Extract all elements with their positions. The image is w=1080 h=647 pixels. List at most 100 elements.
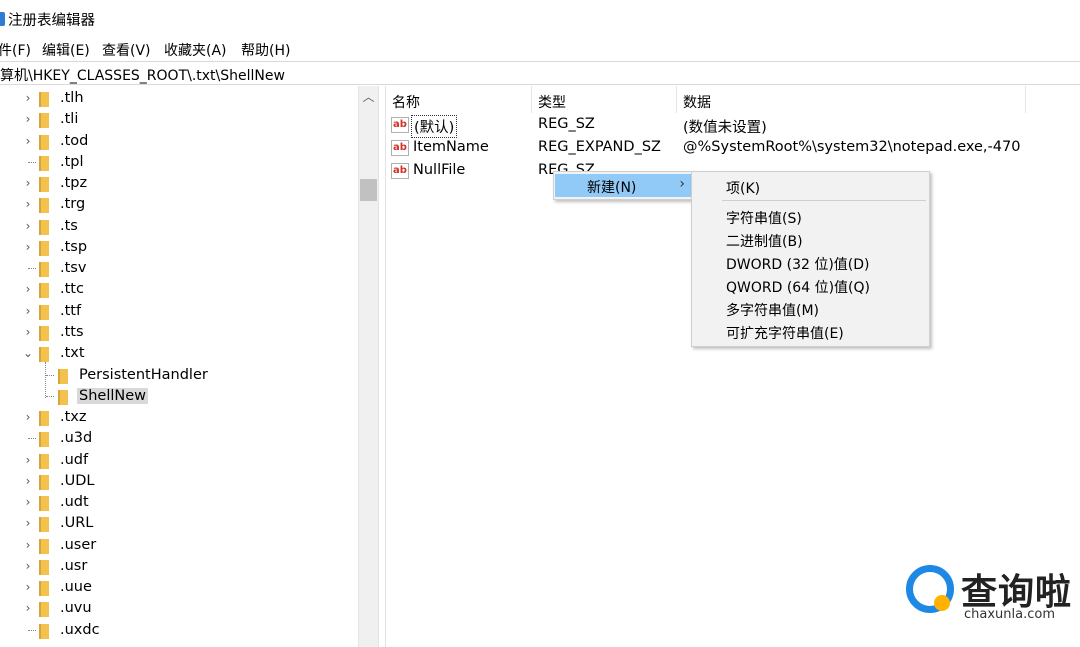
tree-item-label[interactable]: .URL [58, 515, 95, 531]
tree-item-label[interactable]: .user [58, 537, 98, 553]
address-bar[interactable]: 算机\HKEY_CLASSES_ROOT\.txt\ShellNew [0, 61, 1080, 85]
submenu-item-expandstring[interactable]: 可扩充字符串值(E) [692, 320, 929, 343]
tree-item[interactable]: › .tlh [0, 89, 358, 110]
tree-item-label[interactable]: .trg [58, 196, 87, 212]
tree-item[interactable]: PersistentHandler [0, 366, 358, 387]
scroll-thumb[interactable] [360, 179, 377, 201]
chevron-right-icon[interactable]: › [22, 495, 34, 509]
tree-item-label[interactable]: .u3d [58, 430, 94, 446]
menu-file[interactable]: 件(F) [0, 40, 31, 60]
chevron-right-icon[interactable]: › [22, 197, 34, 211]
tree-item-label[interactable]: .udt [58, 494, 91, 510]
pane-splitter[interactable] [378, 86, 386, 647]
tree-item[interactable]: › .tsp [0, 238, 358, 259]
column-header-data[interactable]: 数据 [677, 86, 1026, 113]
tree-item[interactable]: ⌄ .txt [0, 344, 358, 365]
tree-item[interactable]: .tsv [0, 259, 358, 280]
tree-item[interactable]: › .UDL [0, 472, 358, 493]
tree-item-label[interactable]: .ttf [58, 303, 83, 319]
submenu-item-key[interactable]: 项(K) [692, 175, 929, 198]
tree-item[interactable]: › .uvu [0, 599, 358, 620]
chevron-right-icon[interactable]: › [22, 176, 34, 190]
tree-item-label[interactable]: .UDL [58, 473, 96, 489]
chevron-right-icon[interactable]: › [22, 91, 34, 105]
submenu-item-dword[interactable]: DWORD (32 位)值(D) [692, 251, 929, 274]
tree-item[interactable]: ShellNew [0, 387, 358, 408]
tree-item-label[interactable]: ShellNew [77, 387, 148, 404]
chevron-right-icon[interactable]: › [22, 516, 34, 530]
tree-item-label[interactable]: .tpz [58, 175, 89, 191]
menu-edit[interactable]: 编辑(E) [42, 40, 90, 60]
chevron-right-icon[interactable]: › [22, 474, 34, 488]
tree-item[interactable]: › .tod [0, 132, 358, 153]
chevron-right-icon[interactable]: › [22, 304, 34, 318]
chevron-down-icon[interactable]: ⌄ [22, 346, 34, 360]
tree-item-label[interactable]: .tli [58, 111, 80, 127]
menu-help[interactable]: 帮助(H) [241, 40, 290, 60]
chevron-right-icon[interactable]: › [22, 219, 34, 233]
tree-item-label[interactable]: .tpl [58, 154, 86, 170]
tree-item[interactable]: › .txz [0, 408, 358, 429]
submenu-item-multistring[interactable]: 多字符串值(M) [692, 297, 929, 320]
submenu-item-string[interactable]: 字符串值(S) [692, 205, 929, 228]
chevron-right-icon[interactable]: › [22, 134, 34, 148]
chevron-right-icon[interactable]: › [22, 410, 34, 424]
tree-item[interactable]: › .URL [0, 514, 358, 535]
tree-item[interactable]: › .tli [0, 110, 358, 131]
chevron-right-icon[interactable]: › [22, 282, 34, 296]
chevron-right-icon[interactable]: › [22, 112, 34, 126]
tree-item[interactable]: .u3d [0, 429, 358, 450]
tree-item-label[interactable]: .ts [58, 218, 80, 234]
tree-item-label[interactable]: PersistentHandler [77, 367, 210, 383]
chevron-right-icon[interactable]: › [22, 601, 34, 615]
tree-item[interactable]: › .ttf [0, 302, 358, 323]
tree-item[interactable]: › .tpz [0, 174, 358, 195]
tree-item-label[interactable]: .tts [58, 324, 86, 340]
tree-item-label[interactable]: .ttc [58, 281, 86, 297]
tree-item-label[interactable]: .tod [58, 133, 90, 149]
tree-item-label[interactable]: .txt [58, 345, 87, 361]
submenu-item-qword[interactable]: QWORD (64 位)值(Q) [692, 274, 929, 297]
column-header-name[interactable]: 名称 [386, 86, 532, 113]
chevron-right-icon[interactable]: › [22, 580, 34, 594]
tree-item[interactable]: › .user [0, 536, 358, 557]
tree-item[interactable]: › .ttc [0, 280, 358, 301]
chevron-right-icon[interactable]: › [22, 453, 34, 467]
tree-item[interactable]: › .usr [0, 557, 358, 578]
tree-item[interactable]: › .tts [0, 323, 358, 344]
chevron-right-icon[interactable]: › [22, 240, 34, 254]
tree-item[interactable]: › .ts [0, 217, 358, 238]
tree-item[interactable]: › .uue [0, 578, 358, 599]
tree-scrollbar[interactable]: ︿ [358, 86, 378, 647]
tree-item[interactable]: › .udf [0, 451, 358, 472]
tree-item[interactable]: .tpl [0, 153, 358, 174]
tree-item-label[interactable]: .tsv [58, 260, 88, 276]
chevron-right-icon[interactable]: › [22, 325, 34, 339]
address-path[interactable]: 算机\HKEY_CLASSES_ROOT\.txt\ShellNew [0, 65, 285, 85]
tree-item-label[interactable]: .tsp [58, 239, 89, 255]
key-tree[interactable]: › .tlh › .tli › .tod .tpl › .tpz › .trg › .ts › .tsp .t… [0, 86, 378, 647]
submenu-item-binary[interactable]: 二进制值(B) [692, 228, 929, 251]
tree-item-label[interactable]: .txz [58, 409, 89, 425]
value-name[interactable]: ItemName [411, 139, 491, 155]
tree-item[interactable]: .uxdc [0, 621, 358, 642]
tree-item-label[interactable]: .uue [58, 579, 94, 595]
tree-item-label[interactable]: .udf [58, 452, 90, 468]
menu-favorites[interactable]: 收藏夹(A) [164, 40, 227, 60]
tree-item-label[interactable]: .uxdc [58, 622, 102, 638]
scroll-up-arrow-icon[interactable]: ︿ [359, 88, 378, 106]
tree-item-label[interactable]: .uvu [58, 600, 94, 616]
menu-view[interactable]: 查看(V) [102, 40, 151, 60]
context-menu-new[interactable]: 新建(N) › [555, 174, 691, 197]
value-row[interactable]: ab (默认) REG_SZ (数值未设置) [386, 114, 1080, 138]
tree-item-label[interactable]: .tlh [58, 90, 86, 106]
tree-item[interactable]: › .udt [0, 493, 358, 514]
tree-item[interactable]: › .trg [0, 195, 358, 216]
chevron-right-icon[interactable]: › [22, 538, 34, 552]
value-name[interactable]: NullFile [411, 162, 467, 178]
column-header-type[interactable]: 类型 [532, 86, 677, 113]
value-row[interactable]: ab ItemName REG_EXPAND_SZ @%SystemRoot%\… [386, 137, 1080, 160]
tree-item-label[interactable]: .usr [58, 558, 89, 574]
chevron-right-icon[interactable]: › [22, 559, 34, 573]
value-name[interactable]: (默认) [411, 115, 458, 138]
